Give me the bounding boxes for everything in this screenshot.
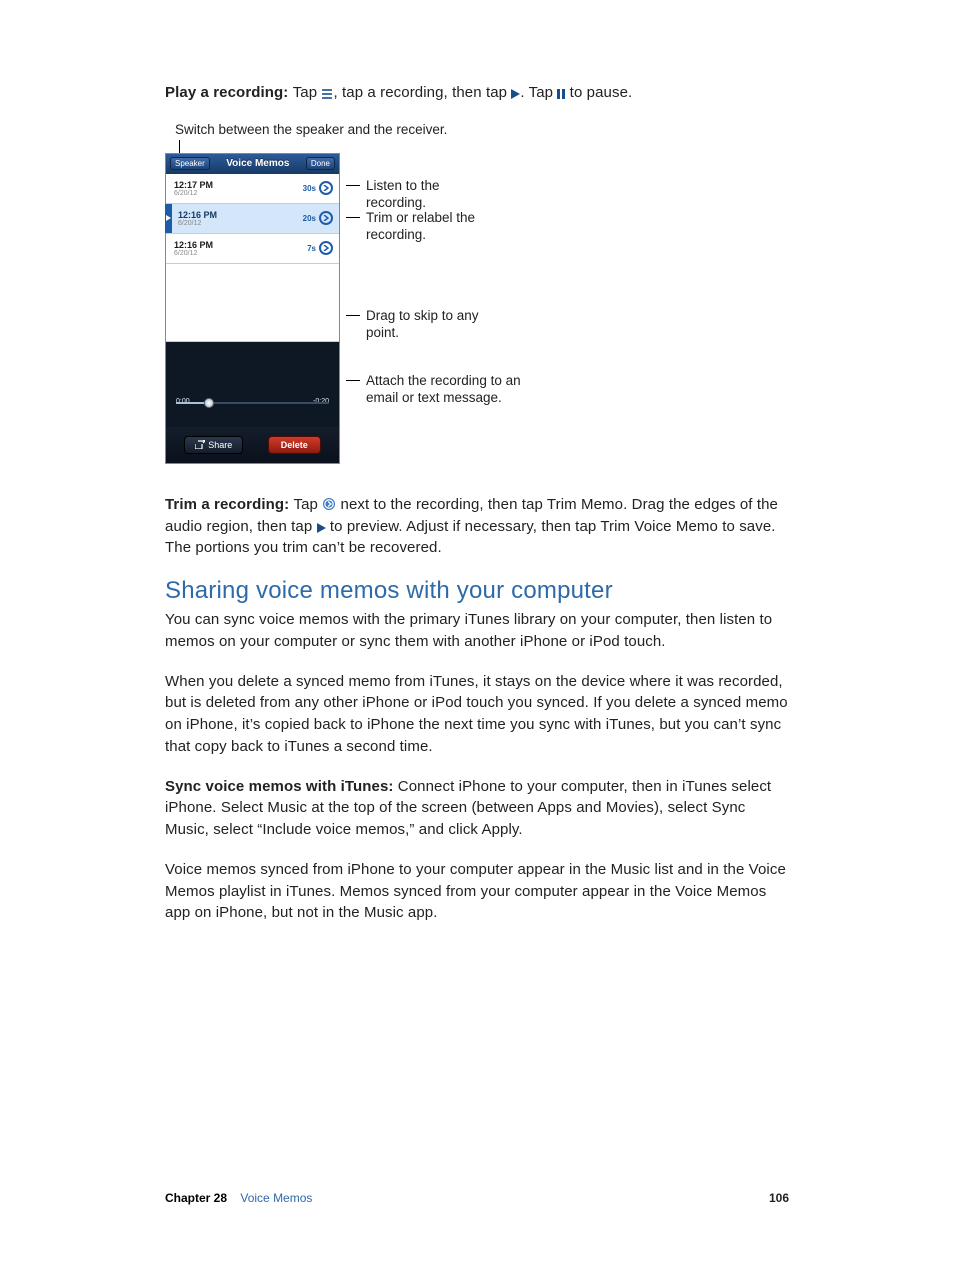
play-recording-bold: Play a recording: (165, 84, 293, 101)
memo-duration: 20s (303, 214, 316, 223)
footer-page-number: 106 (769, 1191, 789, 1205)
list-icon (321, 89, 333, 99)
trim-recording-instruction: Trim a recording: Tap next to the record… (165, 494, 789, 559)
memo-time: 12:16 PM (174, 240, 307, 250)
callout-trim: Trim or relabel the recording. (366, 210, 516, 244)
row-play-indicator-icon (165, 204, 172, 233)
memo-time: 12:16 PM (178, 210, 303, 220)
share-icon (195, 440, 205, 449)
para-synced-location: Voice memos synced from iPhone to your c… (165, 859, 789, 924)
memo-row-0[interactable]: 12:17 PM 6/20/12 30s (166, 174, 339, 204)
memo-time: 12:17 PM (174, 180, 303, 190)
callout-drag: Drag to skip to any point. (366, 308, 486, 342)
memo-duration: 30s (303, 184, 316, 193)
memo-row-2[interactable]: 12:16 PM 6/20/12 7s (166, 234, 339, 264)
delete-button[interactable]: Delete (268, 436, 321, 454)
memo-date: 6/20/12 (174, 190, 303, 197)
page: Play a recording: Tap , tap a recording,… (0, 0, 954, 1265)
phone-title: Voice Memos (226, 158, 289, 169)
memo-date: 6/20/12 (174, 250, 307, 257)
share-button[interactable]: Share (184, 436, 243, 454)
figure-caption-top: Switch between the speaker and the recei… (175, 122, 789, 137)
callout-tick (179, 140, 180, 153)
scrub-knob-icon[interactable] (204, 398, 214, 408)
speaker-button[interactable]: Speaker (170, 157, 210, 170)
para-delete-behavior: When you delete a synced memo from iTune… (165, 671, 789, 758)
memo-row-1[interactable]: 12:16 PM 6/20/12 20s (166, 204, 339, 234)
play-icon (317, 523, 326, 533)
done-button[interactable]: Done (306, 157, 335, 170)
footer-chapter-title: Voice Memos (240, 1191, 312, 1205)
page-footer: Chapter 28 Voice Memos 106 (165, 1191, 789, 1205)
phone-bottom-bar: Share Delete (166, 427, 339, 463)
footer-chapter-label: Chapter 28 (165, 1191, 227, 1205)
memo-empty-area (166, 264, 339, 342)
para-sync-intro: You can sync voice memos with the primar… (165, 609, 789, 653)
play-recording-instruction: Play a recording: Tap , tap a recording,… (165, 82, 789, 104)
memo-duration: 7s (307, 244, 316, 253)
callout-listen: Listen to the recording. (366, 178, 486, 212)
disclosure-icon[interactable] (319, 241, 333, 255)
memo-date: 6/20/12 (178, 220, 303, 227)
section-heading: Sharing voice memos with your computer (165, 577, 789, 605)
scrubber-area: 0:00 -0:20 (166, 342, 339, 427)
disclosure-circle-icon (322, 497, 336, 511)
para-sync-steps: Sync voice memos with iTunes: Connect iP… (165, 776, 789, 841)
phone-mock: Speaker Voice Memos Done 12:17 PM 6/20/1… (165, 153, 340, 464)
scrubber[interactable] (176, 402, 329, 404)
figure: Switch between the speaker and the recei… (165, 122, 789, 464)
disclosure-icon[interactable] (319, 211, 333, 225)
disclosure-icon[interactable] (319, 181, 333, 195)
callout-attach: Attach the recording to an email or text… (366, 373, 526, 407)
phone-header: Speaker Voice Memos Done (166, 154, 339, 174)
